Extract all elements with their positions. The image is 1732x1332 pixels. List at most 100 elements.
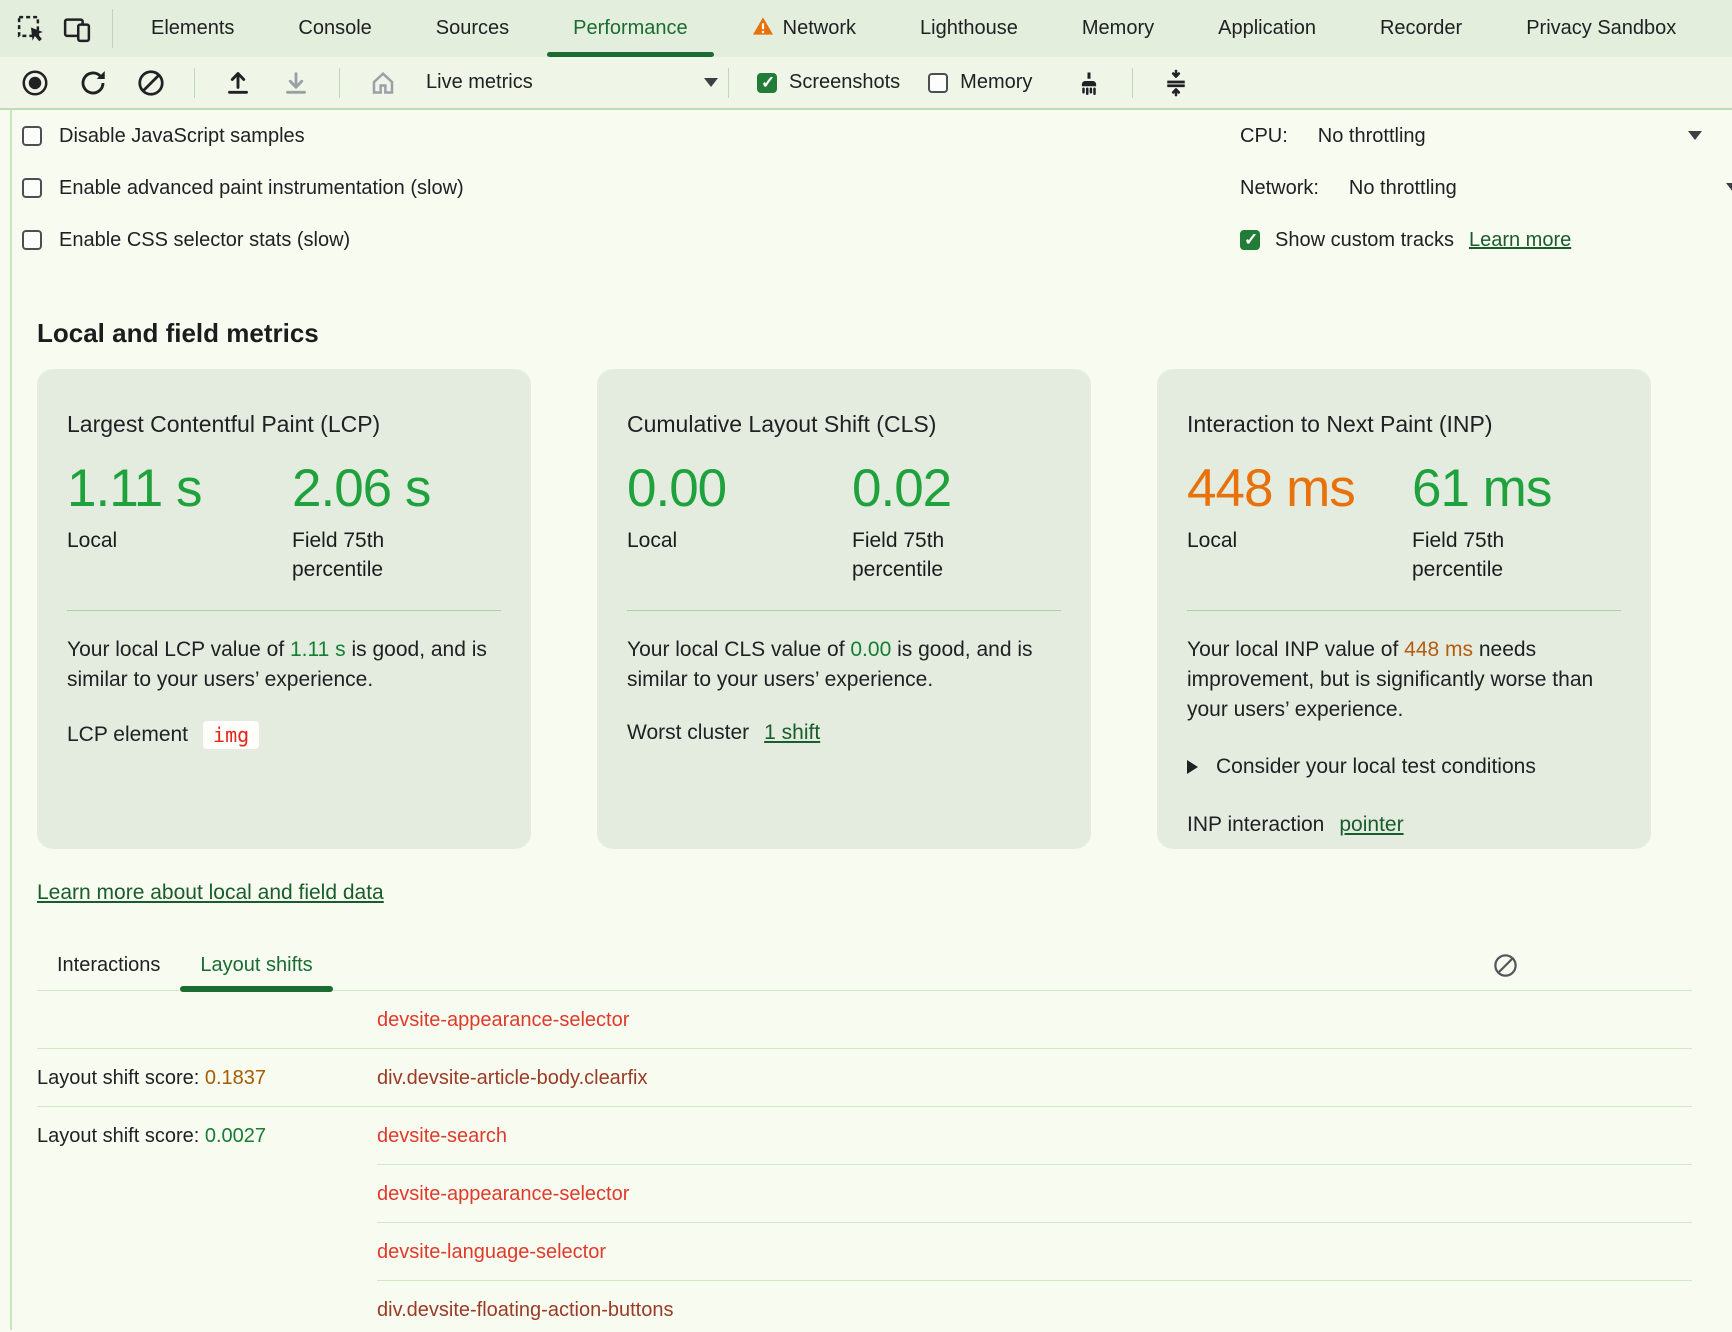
tab-interactions[interactable]: Interactions — [37, 941, 180, 990]
worst-cluster-link[interactable]: 1 shift — [764, 721, 820, 745]
upload-icon — [223, 68, 253, 98]
tab-elements[interactable]: Elements — [119, 0, 266, 57]
lcp-local-value: 1.11 s — [67, 460, 292, 518]
screenshots-checkbox[interactable]: Screenshots — [757, 71, 900, 94]
inp-local-value: 448 ms — [1187, 460, 1412, 518]
live-metrics-home-button[interactable] — [368, 68, 398, 98]
field-data-learn-more-link[interactable]: Learn more about local and field data — [37, 881, 384, 904]
lcp-element-node-link[interactable]: img — [203, 721, 259, 749]
collapse-icon — [1161, 68, 1191, 98]
checkbox-icon — [22, 230, 42, 250]
checkbox-checked-icon — [757, 73, 777, 93]
layout-shift-score: 0.0027 — [205, 1125, 266, 1147]
divider — [1132, 68, 1133, 98]
show-custom-tracks-checkbox[interactable]: Show custom tracks — [1240, 229, 1454, 252]
tab-memory[interactable]: Memory — [1050, 0, 1186, 57]
performance-panel-body: Disable JavaScript samples Enable advanc… — [10, 110, 1732, 1330]
lcp-card: Largest Contentful Paint (LCP) 1.11 s 2.… — [37, 369, 531, 849]
save-profile-button[interactable] — [281, 68, 311, 98]
element-node-link[interactable]: devsite-appearance-selector — [377, 1183, 1692, 1206]
inp-card: Interaction to Next Paint (INP) 448 ms 6… — [1157, 369, 1651, 849]
lcp-element-label: LCP element — [67, 723, 188, 747]
cls-card: Cumulative Layout Shift (CLS) 0.00 0.02 … — [597, 369, 1091, 849]
element-node-link[interactable]: devsite-language-selector — [377, 1241, 1692, 1264]
cls-description: Your local CLS value of 0.00 is good, an… — [627, 635, 1061, 695]
checkbox-icon — [22, 126, 42, 146]
card-title: Cumulative Layout Shift (CLS) — [627, 411, 1061, 438]
history-dropdown[interactable]: Live metrics — [426, 71, 718, 94]
element-node-link[interactable]: devsite-search — [377, 1125, 1692, 1148]
custom-tracks-learn-more-link[interactable]: Learn more — [1469, 229, 1571, 252]
record-icon — [20, 68, 50, 98]
layout-shift-score: 0.1837 — [205, 1067, 266, 1089]
capture-options: Disable JavaScript samples Enable advanc… — [12, 110, 1732, 268]
element-node-link[interactable]: div.devsite-floating-action-buttons — [377, 1299, 1692, 1322]
table-row: div.devsite-floating-action-buttons — [37, 1281, 1692, 1332]
tab-console[interactable]: Console — [266, 0, 403, 57]
divider — [67, 610, 501, 611]
tab-sources[interactable]: Sources — [404, 0, 541, 57]
cpu-throttling-value: No throttling — [1318, 125, 1426, 148]
chevron-down-icon — [704, 78, 718, 87]
history-dropdown-value: Live metrics — [426, 71, 533, 94]
live-metrics-view: Local and field metrics Largest Contentf… — [12, 318, 1732, 1332]
divider — [728, 68, 729, 98]
throttling-options: CPU: No throttling Network: No throttlin… — [1240, 110, 1732, 266]
reload-icon — [78, 68, 108, 98]
tab-application[interactable]: Application — [1186, 0, 1348, 57]
tab-network[interactable]: Network — [720, 0, 888, 57]
worst-cluster-label: Worst cluster — [627, 721, 749, 745]
table-row: devsite-appearance-selector — [37, 1165, 1692, 1223]
performance-toolbar: Live metrics Screenshots Memory — [0, 57, 1732, 110]
table-row: devsite-language-selector — [37, 1223, 1692, 1281]
clear-button[interactable] — [136, 68, 166, 98]
tab-performance[interactable]: Performance — [541, 0, 720, 57]
divider — [1187, 610, 1621, 611]
card-title: Interaction to Next Paint (INP) — [1187, 411, 1621, 438]
clear-log-button[interactable] — [1492, 952, 1519, 984]
table-row: Layout shift score: 0.1837 div.devsite-a… — [37, 1049, 1692, 1107]
collapse-panel-button[interactable] — [1161, 68, 1191, 98]
page-title: Local and field metrics — [37, 318, 1692, 349]
devtools-tabbar: Elements Console Sources Performance Net… — [0, 0, 1732, 57]
panel-tabs: Elements Console Sources Performance Net… — [119, 0, 1708, 57]
metric-cards: Largest Contentful Paint (LCP) 1.11 s 2.… — [37, 369, 1692, 849]
lcp-field-value: 2.06 s — [292, 460, 501, 518]
chevron-down-icon — [1726, 183, 1732, 192]
cpu-throttling-select[interactable]: CPU: No throttling — [1240, 110, 1732, 162]
record-button[interactable] — [20, 68, 50, 98]
device-toolbar-icon[interactable] — [62, 14, 92, 44]
cls-field-value: 0.02 — [852, 460, 1061, 518]
tab-lighthouse[interactable]: Lighthouse — [888, 0, 1050, 57]
log-tabbar: Interactions Layout shifts — [37, 941, 1692, 991]
memory-checkbox[interactable]: Memory — [928, 71, 1032, 94]
inp-interaction-link[interactable]: pointer — [1339, 813, 1403, 837]
layout-shifts-list: devsite-appearance-selector Layout shift… — [37, 991, 1692, 1332]
cls-local-value: 0.00 — [627, 460, 852, 518]
tab-layout-shifts[interactable]: Layout shifts — [180, 941, 332, 990]
element-node-link[interactable]: devsite-appearance-selector — [377, 1009, 1692, 1032]
network-throttling-select[interactable]: Network: No throttling — [1240, 162, 1732, 214]
inp-field-value: 61 ms — [1412, 460, 1621, 518]
divider — [112, 9, 113, 48]
element-node-link[interactable]: div.devsite-article-body.clearfix — [377, 1067, 1692, 1090]
table-row: Layout shift score: 0.0027 devsite-searc… — [37, 1107, 1692, 1165]
network-throttling-value: No throttling — [1349, 177, 1457, 200]
broom-icon — [1074, 68, 1104, 98]
load-profile-button[interactable] — [223, 68, 253, 98]
disclosure-triangle-icon — [1187, 760, 1198, 774]
local-test-conditions-disclosure[interactable]: Consider your local test conditions — [1187, 755, 1621, 779]
card-title: Largest Contentful Paint (LCP) — [67, 411, 501, 438]
checkbox-icon — [22, 178, 42, 198]
collect-garbage-button[interactable] — [1074, 68, 1104, 98]
inspect-element-icon[interactable] — [16, 14, 46, 44]
warning-icon — [752, 16, 774, 42]
checkbox-checked-icon — [1240, 230, 1260, 250]
tab-privacy-sandbox[interactable]: Privacy Sandbox — [1494, 0, 1708, 57]
checkbox-icon — [928, 73, 948, 93]
tab-recorder[interactable]: Recorder — [1348, 0, 1494, 57]
inp-interaction-label: INP interaction — [1187, 813, 1324, 837]
reload-and-record-button[interactable] — [78, 68, 108, 98]
lcp-description: Your local LCP value of 1.11 s is good, … — [67, 635, 501, 695]
clear-icon — [136, 68, 166, 98]
